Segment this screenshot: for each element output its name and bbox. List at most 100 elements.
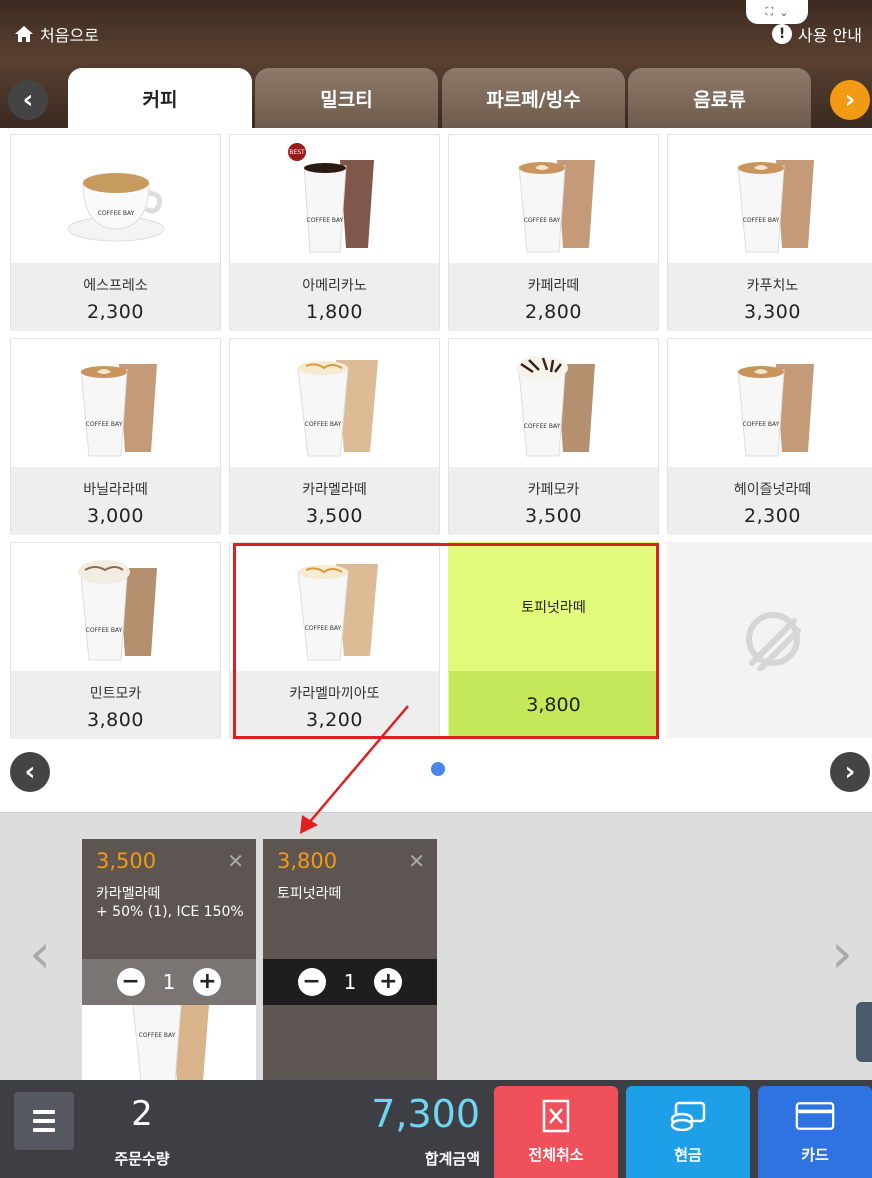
plus-button[interactable]: +	[193, 968, 222, 996]
svg-text:COFFEE BAY: COFFEE BAY	[139, 1032, 176, 1039]
cart-item[interactable]: 3,500 ✕ 카라멜라떼 + 50% (1), ICE 150% − 1 + …	[82, 839, 256, 1081]
product-image: COFFEE BAY	[230, 543, 439, 671]
chevron-down-icon: ⌄	[779, 5, 789, 19]
product-image: COFFEE BAY	[11, 339, 220, 467]
tab-label: 밀크티	[320, 88, 373, 111]
product-image: COFFEE BAY	[668, 135, 872, 263]
item-name: 아메리카노	[302, 278, 367, 294]
item-price: 3,500	[306, 505, 363, 527]
svg-text:COFFEE BAY: COFFEE BAY	[523, 423, 560, 430]
menu-item-caramel-macchiato[interactable]: COFFEE BAY 카라멜마끼아또 3,200	[229, 542, 440, 739]
item-price: 2,300	[744, 505, 801, 527]
tab-label: 음료류	[693, 88, 746, 111]
fullscreen-icon: ⛶	[765, 5, 774, 18]
item-name: 카라멜라떼	[302, 482, 367, 498]
svg-text:COFFEE BAY: COFFEE BAY	[742, 217, 779, 224]
cart-item-options: + 50% (1), ICE 150%	[96, 904, 244, 920]
total-amount: 7,300	[371, 1092, 480, 1136]
cart-item[interactable]: 3,800 ✕ 토피넛라떼 − 1 +	[263, 839, 437, 1081]
quantity-value: 1	[343, 970, 357, 994]
cart-item-title: 토피넛라떼	[277, 886, 342, 902]
item-name: 에스프레소	[83, 278, 148, 294]
card-label: 카드	[801, 1146, 829, 1164]
placeholder-dish-icon	[668, 543, 872, 739]
card-button[interactable]: 카드	[758, 1086, 872, 1178]
svg-text:COFFEE BAY: COFFEE BAY	[304, 421, 341, 428]
cart-prev-button[interactable]: ‹	[20, 922, 60, 985]
svg-text:COFFEE BAY: COFFEE BAY	[742, 421, 779, 428]
svg-text:COFFEE BAY: COFFEE BAY	[85, 627, 122, 634]
tab-prev-button[interactable]: ‹	[8, 80, 48, 120]
item-price: 2,300	[87, 301, 144, 323]
close-icon[interactable]: ✕	[408, 849, 425, 873]
product-image: COFFEE BAY	[668, 339, 872, 467]
cart-next-button[interactable]: ›	[822, 922, 862, 985]
plus-button[interactable]: +	[374, 968, 403, 996]
item-name: 카페라떼	[527, 278, 580, 294]
svg-text:COFFEE BAY: COFFEE BAY	[304, 625, 341, 632]
menu-item-toffee-nut-latte[interactable]: 토피넛라떼 3,800	[448, 542, 659, 739]
side-handle[interactable]	[856, 1002, 872, 1062]
menu-item-cafe-latte[interactable]: COFFEE BAY 카페라떼 2,800	[448, 134, 659, 331]
item-name: 카라멜마끼아또	[289, 686, 380, 702]
minus-button[interactable]: −	[116, 968, 145, 996]
menu-item-vanilla-latte[interactable]: COFFEE BAY 바닐라라떼 3,000	[10, 338, 221, 535]
item-price: 3,000	[87, 505, 144, 527]
item-name: 카페모카	[527, 482, 580, 498]
fullscreen-toggle[interactable]: ⛶ ⌄	[746, 0, 808, 24]
close-icon[interactable]: ✕	[227, 849, 244, 873]
item-name: 헤이즐넛라떼	[733, 482, 812, 498]
menu-item-cafe-mocha[interactable]: COFFEE BAY 카페모카 3,500	[448, 338, 659, 535]
product-image: COFFEE BAY	[230, 339, 439, 467]
item-price: 3,300	[744, 301, 801, 323]
menu-icon-bar	[33, 1119, 55, 1123]
tab-milk-tea[interactable]: 밀크티	[255, 68, 438, 128]
item-name: 토피넛라떼	[521, 600, 586, 616]
header-bar: 처음으로 ⛶ ⌄ ! 사용 안내 ‹ 커피 밀크티 파르페/빙수 음료류 ›	[0, 0, 872, 128]
minus-button[interactable]: −	[297, 968, 326, 996]
cart-item-name: 카라멜라떼 + 50% (1), ICE 150%	[96, 885, 244, 921]
item-price: 2,800	[525, 301, 582, 323]
cart-item-price: 3,500	[96, 849, 157, 873]
menu-item-caramel-latte[interactable]: COFFEE BAY 카라멜라떼 3,500	[229, 338, 440, 535]
item-price: 3,800	[87, 709, 144, 731]
menu-item-empty-slot	[667, 542, 872, 738]
menu-item-espresso[interactable]: COFFEE BAY 에스프레소 2,300	[10, 134, 221, 331]
home-icon	[15, 26, 33, 42]
page-indicator-dot[interactable]	[431, 762, 445, 776]
page-prev-button[interactable]: ‹	[10, 752, 50, 792]
tab-beverage[interactable]: 음료류	[628, 68, 811, 128]
quantity-stepper: − 1 +	[82, 959, 256, 1005]
item-name: 카푸치노	[746, 278, 799, 294]
cancel-receipt-icon	[536, 1098, 576, 1134]
help-button[interactable]: ! 사용 안내	[772, 22, 862, 46]
menu-item-mint-mocha[interactable]: COFFEE BAY 민트모카 3,800	[10, 542, 221, 739]
item-price: 1,800	[306, 301, 363, 323]
menu-item-americano[interactable]: COFFEE BAY BEST 아메리카노 1,800	[229, 134, 440, 331]
menu-icon-bar	[33, 1110, 55, 1114]
hamburger-menu-button[interactable]	[14, 1092, 74, 1150]
product-image: COFFEE BAY	[11, 135, 220, 263]
cash-button[interactable]: 현금	[626, 1086, 750, 1178]
cancel-all-button[interactable]: 전체취소	[494, 1086, 618, 1178]
tab-parfait[interactable]: 파르페/빙수	[442, 68, 625, 128]
page-next-button[interactable]: ›	[830, 752, 870, 792]
item-price: 3,200	[306, 709, 363, 731]
order-quantity: 2	[131, 1094, 153, 1134]
svg-text:COFFEE BAY: COFFEE BAY	[97, 210, 134, 217]
info-icon: !	[772, 24, 793, 44]
chevron-left-icon: ‹	[22, 85, 34, 115]
menu-item-cappuccino[interactable]: COFFEE BAY 카푸치노 3,300	[667, 134, 872, 331]
product-image: COFFEE BAY	[11, 543, 220, 671]
menu-icon-bar	[33, 1128, 55, 1132]
home-button[interactable]: 처음으로	[14, 22, 99, 46]
tab-next-button[interactable]: ›	[830, 80, 870, 120]
tab-coffee[interactable]: 커피	[68, 68, 252, 128]
cart-area: ‹ 3,500 ✕ 카라멜라떼 + 50% (1), ICE 150% − 1 …	[0, 812, 872, 1081]
product-image: COFFEE BAY	[449, 339, 658, 467]
svg-text:COFFEE BAY: COFFEE BAY	[85, 421, 122, 428]
cart-item-name: 토피넛라떼	[277, 885, 341, 903]
menu-item-hazelnut-latte[interactable]: COFFEE BAY 헤이즐넛라떼 2,300	[667, 338, 872, 535]
cart-item-title: 카라멜라떼	[96, 886, 161, 902]
tab-label: 파르페/빙수	[486, 88, 581, 111]
